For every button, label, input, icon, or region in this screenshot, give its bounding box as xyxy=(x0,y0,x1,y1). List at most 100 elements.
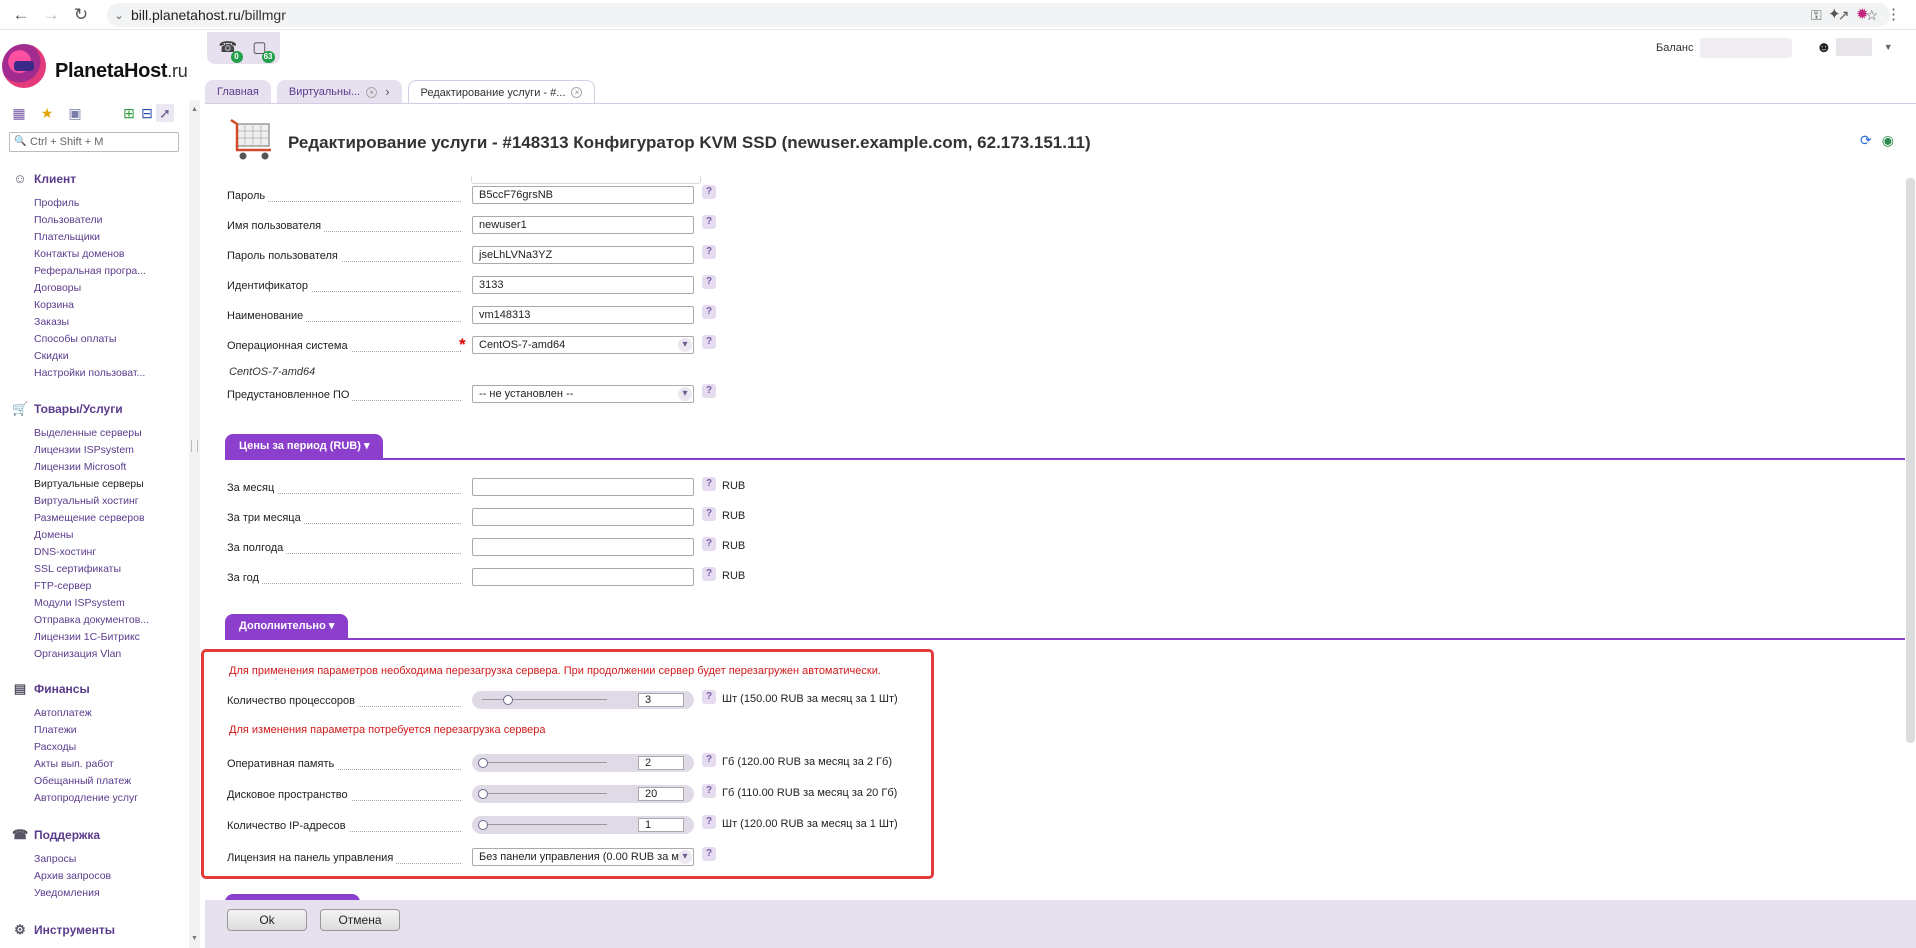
sidebar-item[interactable]: Контакты доменов xyxy=(34,246,146,263)
sidebar-item[interactable]: Выделенные серверы xyxy=(34,425,149,442)
menu-group-title[interactable]: 🛒 Товары/Услуги xyxy=(12,400,149,418)
sidebar-item[interactable]: Настройки пользоват... xyxy=(34,365,146,382)
help-icon[interactable]: ? xyxy=(702,477,716,491)
user-password-input[interactable]: jseLhLVNa3YZ xyxy=(472,246,694,264)
sidebar-item[interactable]: Договоры xyxy=(34,280,146,297)
tab-virtual-servers[interactable]: Виртуальны... × › xyxy=(276,80,402,104)
sidebar-item[interactable]: Размещение серверов xyxy=(34,510,149,527)
help-icon[interactable]: ? xyxy=(702,185,716,199)
sidebar-item[interactable]: Лицензии 1С-Битрикс xyxy=(34,629,149,646)
help-icon[interactable]: ? xyxy=(702,537,716,551)
price-month-input[interactable] xyxy=(472,478,694,496)
scroll-down-icon[interactable]: ▼ xyxy=(189,935,200,942)
reload-icon[interactable]: ↻ xyxy=(66,5,96,25)
sidebar-item[interactable]: Пользователи xyxy=(34,212,146,229)
globe-icon[interactable]: ◉ xyxy=(1882,132,1894,149)
cancel-button[interactable]: Отмена xyxy=(320,909,400,931)
pin-icon[interactable]: ➚ xyxy=(156,104,174,122)
sidebar-item[interactable]: Расходы xyxy=(34,739,138,756)
splitter-grip[interactable] xyxy=(191,440,198,452)
menu-view-icon[interactable]: ▦ xyxy=(10,104,28,122)
sidebar-item[interactable]: Способы оплаты xyxy=(34,331,146,348)
sidebar-item[interactable]: Профиль xyxy=(34,195,146,212)
help-icon[interactable]: ? xyxy=(702,275,716,289)
help-icon[interactable]: ? xyxy=(702,507,716,521)
sidebar-item[interactable]: Скидки xyxy=(34,348,146,365)
price-year-input[interactable] xyxy=(472,568,694,586)
help-icon[interactable]: ? xyxy=(702,305,716,319)
expand-all-icon[interactable]: ⊞ xyxy=(120,104,138,122)
help-icon[interactable]: ? xyxy=(702,245,716,259)
sidebar-item[interactable]: Реферальная програ... xyxy=(34,263,146,280)
browser-menu-icon[interactable]: ⋮ xyxy=(1886,5,1901,23)
sidebar-item[interactable]: Архив запросов xyxy=(34,868,111,885)
close-icon[interactable]: × xyxy=(366,86,378,98)
help-icon[interactable]: ? xyxy=(702,335,716,349)
name-input[interactable]: vm148313 xyxy=(472,306,694,324)
sidebar-item[interactable]: Заказы xyxy=(34,314,146,331)
sidebar-item[interactable]: Виртуальный хостинг xyxy=(34,493,149,510)
menu-group-title[interactable]: ▤ Финансы xyxy=(12,680,138,698)
sidebar-item[interactable]: Автопродление услуг xyxy=(34,790,138,807)
tab-home[interactable]: Главная xyxy=(205,80,271,104)
support-headset-icon[interactable]: ☎ 0 xyxy=(219,39,243,63)
tab-label: Виртуальны... xyxy=(288,86,361,98)
sidebar-item[interactable]: Организация Vlan xyxy=(34,646,149,663)
menu-group-title[interactable]: ☺ Клиент xyxy=(12,170,146,188)
price-halfyear-input[interactable] xyxy=(472,538,694,556)
os-select[interactable]: CentOS-7-amd64 xyxy=(472,336,694,354)
menu-group-title[interactable]: ☎ Поддержка xyxy=(12,826,111,844)
sidebar-search-input[interactable]: Ctrl + Shift + M xyxy=(9,132,179,152)
refresh-icon[interactable]: ⟳ xyxy=(1860,132,1872,149)
help-icon[interactable]: ? xyxy=(702,384,716,398)
address-bar[interactable]: ⌄ bill.planetahost.ru/billmgr ⚿ ↗ ☆ xyxy=(107,3,1890,27)
scroll-up-icon[interactable]: ▲ xyxy=(189,106,200,113)
ok-button[interactable]: Ok xyxy=(227,909,307,931)
monitor-icon[interactable]: ▢ 63 xyxy=(251,39,275,63)
identifier-input[interactable]: 3133 xyxy=(472,276,694,294)
favorites-star-icon[interactable]: ★ xyxy=(38,104,56,122)
help-icon[interactable]: ? xyxy=(702,215,716,229)
scrollbar-thumb[interactable] xyxy=(1906,178,1915,743)
close-icon[interactable]: × xyxy=(571,87,583,98)
section-prices-toggle[interactable]: Цены за период (RUB) xyxy=(225,434,384,458)
sidebar-item[interactable]: SSL сертификаты xyxy=(34,561,149,578)
sidebar-item[interactable]: Запросы xyxy=(34,851,111,868)
sidebar-item[interactable]: Уведомления xyxy=(34,885,111,902)
sidebar-item[interactable]: Виртуальные серверы xyxy=(34,476,149,493)
username-input[interactable]: newuser1 xyxy=(472,216,694,234)
sidebar-item[interactable]: DNS-хостинг xyxy=(34,544,149,561)
sidebar-item[interactable]: Лицензии ISPsystem xyxy=(34,442,149,459)
extensions-puzzle-icon[interactable]: ✦ xyxy=(1828,5,1841,23)
sidebar-item[interactable]: Платежи xyxy=(34,722,138,739)
user-menu[interactable]: ☻ ▼ xyxy=(1816,38,1893,56)
sidebar-item[interactable]: Модули ISPsystem xyxy=(34,595,149,612)
sidebar-item[interactable]: Плательщики xyxy=(34,229,146,246)
collapse-all-icon[interactable]: ⊟ xyxy=(138,104,156,122)
site-info-chevron-icon[interactable]: ⌄ xyxy=(107,9,131,22)
menu-group-title[interactable]: ⚙ Инструменты xyxy=(12,921,115,939)
price-3months-input[interactable] xyxy=(472,508,694,526)
briefcase-icon[interactable]: ▣ xyxy=(66,104,84,122)
sidebar-item[interactable]: Обещанный платеж xyxy=(34,773,138,790)
preinstalled-software-select[interactable]: -- не установлен -- xyxy=(472,385,694,403)
sidebar-item[interactable]: Лицензии Microsoft xyxy=(34,459,149,476)
sidebar-item[interactable]: Корзина xyxy=(34,297,146,314)
main-scrollbar[interactable] xyxy=(1905,178,1916,948)
sidebar-item[interactable]: Домены xyxy=(34,527,149,544)
profile-extension-icon[interactable]: ✹ xyxy=(1856,5,1869,23)
back-arrow-icon[interactable]: ← xyxy=(6,5,36,25)
sidebar-scrollbar[interactable]: ▲ ▼ xyxy=(189,100,200,948)
help-icon[interactable]: ? xyxy=(702,567,716,581)
forward-arrow-icon[interactable]: → xyxy=(36,5,66,25)
password-input[interactable]: B5ccF76grsNB xyxy=(472,186,694,204)
tab-edit-service[interactable]: Редактирование услуги - #... × xyxy=(407,80,596,104)
brand-logo[interactable]: PlanetaHost.ru xyxy=(0,38,200,96)
sidebar-item[interactable]: Акты вып. работ xyxy=(34,756,138,773)
sidebar-item[interactable]: FTP-сервер xyxy=(34,578,149,595)
key-icon[interactable]: ⚿ xyxy=(1811,7,1822,24)
sidebar-item[interactable]: Автоплатеж xyxy=(34,705,138,722)
sidebar-item[interactable]: Отправка документов... xyxy=(34,612,149,629)
scrolled-field-edge xyxy=(471,176,701,184)
section-additional-toggle[interactable]: Дополнительно xyxy=(225,614,349,638)
